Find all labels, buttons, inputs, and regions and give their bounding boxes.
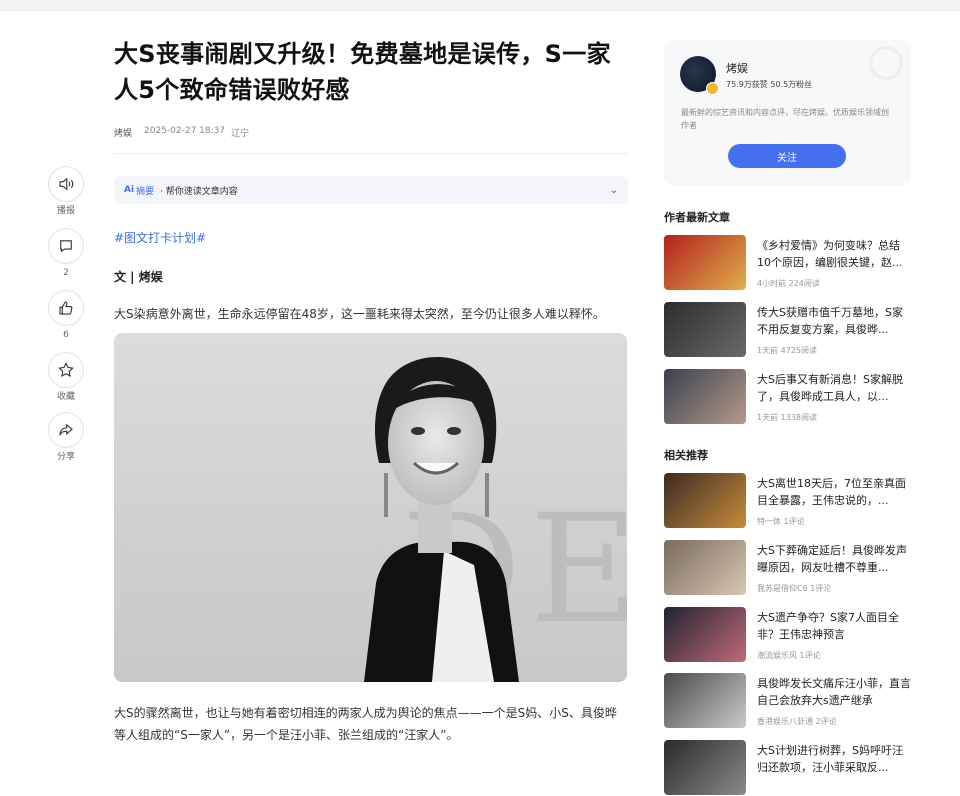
portrait-figure — [364, 356, 519, 682]
chevron-down-icon[interactable]: ⌄ — [610, 185, 618, 196]
divider — [114, 153, 628, 154]
share-button[interactable]: 分享 — [46, 412, 86, 463]
article-photo: DE — [114, 333, 627, 682]
article-card-meta: 香港娱乐八卦通 2评论 — [757, 717, 837, 726]
comment-button[interactable]: 2 — [46, 228, 86, 279]
article-thumbnail[interactable] — [664, 369, 746, 424]
paragraph-1: 大S染病意外离世，生命永远停留在48岁，这一噩耗来得太突然，至今仍让很多人难以释… — [114, 307, 605, 321]
summary-text: · 帮你速读文章内容 — [160, 186, 238, 197]
latest-article-card[interactable]: 《乡村爱情》为何变味？总结10个原因，编剧很关键，赵... 4小时前 224阅读 — [664, 235, 911, 291]
broadcast-label: 播报 — [56, 206, 75, 216]
comment-count: 2 — [63, 268, 69, 278]
article-thumbnail[interactable] — [664, 673, 746, 728]
star-icon — [58, 361, 74, 377]
article-card-meta: 4小时前 224阅读 — [757, 279, 820, 288]
latest-article-card[interactable]: 大S后事又有新消息！S家解脱了，具俊晔成工具人，以... 1天前 1338阅读 — [664, 369, 911, 425]
article-thumbnail[interactable] — [664, 473, 746, 528]
related-article-card[interactable]: 大S遗产争夺？S家7人面目全非？王伟忠神预言潮流娱乐风 1评论 — [664, 607, 911, 663]
article-title: 大S丧事闹剧又升级！免费墓地是误传，S一家人5个致命错误败好感 — [114, 40, 611, 104]
article-card-title[interactable]: 大S计划进行树葬，S妈呼吁汪归还款项，汪小菲采取反... — [757, 742, 911, 776]
article-card-title[interactable]: 大S离世18天后，7位至亲真面目全暴露，王伟忠说的，... — [757, 475, 911, 509]
favorite-label: 收藏 — [56, 392, 75, 402]
article-card-title[interactable]: 大S遗产争夺？S家7人面目全非？王伟忠神预言 — [757, 609, 911, 643]
ai-summary-bar[interactable]: Ai 摘要 · 帮你速读文章内容 ⌄ — [114, 176, 628, 204]
related-heading: 相关推荐 — [664, 449, 708, 462]
article-thumbnail[interactable] — [664, 235, 746, 290]
card-decoration — [869, 46, 903, 80]
paragraph-2: 大S的骤然离世，也让与她有着密切相连的两家人成为舆论的焦点——一个是S妈、小S、… — [114, 706, 617, 742]
article-thumbnail[interactable] — [664, 540, 746, 595]
ai-icon: Ai — [124, 185, 135, 195]
latest-article-card[interactable]: 传大S获赠市值千万墓地，S家不用反复变方案，具俊晔... 1天前 4725阅读 — [664, 302, 911, 358]
related-article-card[interactable]: 具俊晔发长文痛斥汪小菲，直言自己会放弃大s遗产继承香港娱乐八卦通 2评论 — [664, 673, 911, 729]
article-thumbnail[interactable] — [664, 302, 746, 357]
article-thumbnail[interactable] — [664, 607, 746, 662]
article-author[interactable]: 烤娱 — [114, 126, 132, 139]
article-date: 2025-02-27 18:37 — [144, 126, 226, 136]
article-card-meta: 潮流娱乐风 1评论 — [757, 651, 821, 660]
summary-label: 摘要 — [136, 186, 155, 197]
article-card-meta: 我苏是借仰C6 1评论 — [757, 584, 832, 593]
related-article-card[interactable]: 大S计划进行树葬，S妈呼吁汪归还款项，汪小菲采取反... — [664, 740, 911, 796]
article-card-meta: 1天前 4725阅读 — [757, 346, 817, 355]
article-card-title[interactable]: 《乡村爱情》为何变味？总结10个原因，编剧很关键，赵... — [757, 237, 911, 271]
favorite-button[interactable]: 收藏 — [46, 352, 86, 403]
byline: 文 | 烤娱 — [114, 270, 163, 284]
article-meta: 烤娱 2025-02-27 18:37 辽宁 — [114, 126, 628, 139]
article-card-meta: 1天前 1338阅读 — [757, 413, 817, 422]
article-card-title[interactable]: 传大S获赠市值千万墓地，S家不用反复变方案，具俊晔... — [757, 304, 911, 338]
author-card: 烤娱 75.9万获赞 50.5万粉丝 最新鲜的综艺资讯和内容点评，尽在烤娱。优质… — [664, 40, 911, 185]
related-article-card[interactable]: 大S下葬确定延后！具俊晔发声曝原因，网友吐槽不尊重... 我苏是借仰C6 1评论 — [664, 540, 911, 596]
article-location: 辽宁 — [231, 129, 250, 139]
article-card-meta: 特一体 1评论 — [757, 517, 805, 526]
author-stats: 75.9万获赞 50.5万粉丝 — [726, 80, 813, 89]
share-icon — [59, 423, 73, 436]
latest-articles-heading: 作者最新文章 — [664, 211, 730, 224]
top-bar — [0, 0, 960, 11]
verified-badge-icon — [706, 82, 719, 95]
share-label: 分享 — [56, 452, 75, 462]
article: 大S丧事闹剧又升级！免费墓地是误传，S一家人5个致命错误败好感 烤娱 2025-… — [114, 36, 628, 746]
author-card-name[interactable]: 烤娱 — [726, 60, 748, 76]
comment-icon — [60, 240, 72, 253]
follow-button[interactable]: 关注 — [728, 144, 846, 168]
speaker-icon — [59, 177, 74, 191]
article-card-title[interactable]: 具俊晔发长文痛斥汪小菲，直言自己会放弃大s遗产继承 — [757, 675, 911, 709]
author-description: 最新鲜的综艺资讯和内容点评，尽在烤娱。优质娱乐领域创作者 — [681, 108, 889, 130]
article-card-title[interactable]: 大S后事又有新消息！S家解脱了，具俊晔成工具人，以... — [757, 371, 911, 405]
like-count: 6 — [63, 330, 69, 340]
article-card-title[interactable]: 大S下葬确定延后！具俊晔发声曝原因，网友吐槽不尊重... — [757, 542, 911, 576]
related-article-card[interactable]: 大S离世18天后，7位至亲真面目全暴露，王伟忠说的，... 特一体 1评论 — [664, 473, 911, 529]
broadcast-button[interactable]: 播报 — [46, 166, 86, 217]
hashtag-link[interactable]: #图文打卡计划# — [114, 229, 628, 246]
thumbs-up-icon — [59, 301, 73, 315]
like-button[interactable]: 6 — [46, 290, 86, 341]
